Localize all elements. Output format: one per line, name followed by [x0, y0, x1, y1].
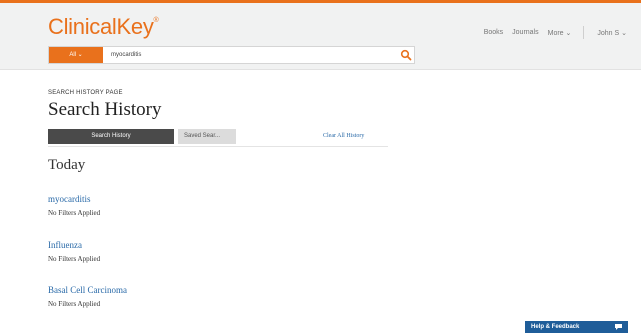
nav-divider — [583, 26, 585, 39]
tab-search-history[interactable]: Search History — [48, 129, 174, 144]
help-feedback-button[interactable]: Help & Feedback — [525, 321, 628, 333]
tabs-divider — [48, 146, 388, 147]
user-menu[interactable]: John S ⌄ — [597, 29, 627, 37]
history-term-link[interactable]: Basal Cell Carcinoma — [48, 285, 127, 295]
history-item: myocarditis No Filters Applied — [48, 194, 100, 217]
search-icon[interactable] — [400, 49, 412, 61]
nav-books[interactable]: Books — [484, 29, 503, 36]
search-bar: All ⌄ — [48, 46, 415, 64]
clinicalkey-logo[interactable]: ClinicalKey® — [48, 14, 159, 40]
history-item: Influenza No Filters Applied — [48, 240, 100, 263]
help-feedback-label: Help & Feedback — [531, 324, 580, 330]
logo-text: ClinicalKey — [48, 14, 154, 39]
search-scope-dropdown[interactable]: All ⌄ — [49, 47, 103, 63]
logo-mark: ® — [153, 17, 159, 24]
chat-bubble-icon — [615, 324, 622, 330]
nav-more[interactable]: More ⌄ — [548, 29, 572, 37]
history-term-link[interactable]: Influenza — [48, 240, 100, 250]
history-term-link[interactable]: myocarditis — [48, 194, 100, 204]
tab-saved-searches[interactable]: Saved Sear... — [178, 129, 236, 144]
section-heading-today: Today — [48, 157, 86, 173]
search-input[interactable] — [111, 47, 381, 63]
page-label: SEARCH HISTORY PAGE — [48, 90, 123, 96]
history-filters: No Filters Applied — [48, 300, 101, 308]
history-item: Basal Cell Carcinoma No Filters Applied — [48, 285, 127, 308]
nav-journals[interactable]: Journals — [512, 29, 538, 36]
page-title: Search History — [48, 99, 162, 120]
history-filters: No Filters Applied — [48, 255, 101, 263]
top-nav: Books Journals More ⌄ John S ⌄ — [475, 26, 627, 39]
history-filters: No Filters Applied — [48, 209, 101, 217]
site-header: ClinicalKey® Books Journals More ⌄ John … — [0, 3, 641, 70]
clear-all-history-link[interactable]: Clear All History — [323, 133, 364, 139]
